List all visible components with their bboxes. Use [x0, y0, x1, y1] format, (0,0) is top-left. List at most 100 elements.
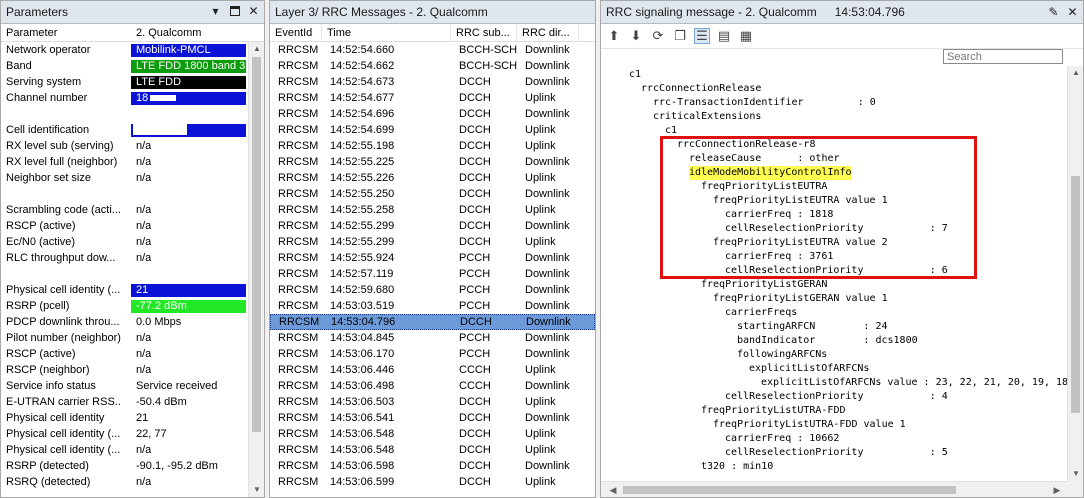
message-row[interactable]: RRCSM 14:52:54.673 DCCH Downlink: [270, 74, 595, 90]
message-row[interactable]: RRCSM 14:53:06.498 CCCH Downlink: [270, 378, 595, 394]
message-row[interactable]: RRCSM 14:53:06.599 DCCH Uplink: [270, 474, 595, 490]
message-row[interactable]: RRCSM 14:52:54.696 DCCH Downlink: [270, 106, 595, 122]
parameter-row[interactable]: Physical cell identity (... n/a: [1, 442, 264, 458]
signaling-horizontal-scrollbar[interactable]: ◀ ▶: [601, 481, 1069, 497]
rrc-dir-cell: Downlink: [525, 76, 570, 88]
parameter-row[interactable]: RSCP (active) n/a: [1, 218, 264, 234]
parameter-row[interactable]: Band LTE FDD 1800 band 3: [1, 58, 264, 74]
rrc-dir-cell: Downlink: [525, 412, 570, 424]
parameter-row[interactable]: Physical cell identity (... 22, 77: [1, 426, 264, 442]
scrollbar-thumb[interactable]: [1071, 176, 1080, 413]
decoded-message-view[interactable]: c1 rrcConnectionRelease rrc-TransactionIde…: [601, 66, 1069, 484]
parameter-row[interactable]: RSRP (pcell) -77.2 dBm: [1, 298, 264, 314]
scroll-right-icon[interactable]: ▶: [1049, 482, 1065, 497]
parameter-row[interactable]: RSCP (active) n/a: [1, 346, 264, 362]
maximize-icon[interactable]: [228, 4, 241, 18]
parameter-row[interactable]: PDCP downlink throu... 0.0 Mbps: [1, 314, 264, 330]
message-row[interactable]: RRCSM 14:52:57.119 PCCH Downlink: [270, 266, 595, 282]
parameter-row[interactable]: Scrambling code (acti... n/a: [1, 202, 264, 218]
parameter-value-text: -90.1, -95.2 dBm: [136, 459, 218, 472]
decoded-line: cellReselectionPriority : 7: [725, 223, 948, 234]
signaling-vertical-scrollbar[interactable]: ▲ ▼: [1067, 66, 1083, 497]
arrow-down-icon[interactable]: ⬇: [628, 28, 644, 44]
message-row[interactable]: RRCSM 14:53:03.519 PCCH Downlink: [270, 298, 595, 314]
parameter-row[interactable]: Pilot number (neighbor) n/a: [1, 330, 264, 346]
parameter-row[interactable]: [1, 186, 264, 202]
message-row[interactable]: RRCSM 14:52:54.699 DCCH Uplink: [270, 122, 595, 138]
rrc-sub-cell: PCCH: [459, 332, 491, 344]
pin-icon[interactable]: ✎: [1047, 5, 1060, 19]
parameter-row[interactable]: Serving system LTE FDD: [1, 74, 264, 90]
list-view-icon[interactable]: ▤: [716, 28, 732, 44]
message-row[interactable]: RRCSM 14:53:04.845 PCCH Downlink: [270, 330, 595, 346]
message-row[interactable]: RRCSM 14:52:55.258 DCCH Uplink: [270, 202, 595, 218]
message-row[interactable]: RRCSM 14:52:55.924 PCCH Downlink: [270, 250, 595, 266]
message-row[interactable]: RRCSM 14:52:55.250 DCCH Downlink: [270, 186, 595, 202]
scrollbar-thumb[interactable]: [252, 57, 261, 432]
event-id-cell: RRCSM: [278, 284, 319, 296]
message-row[interactable]: RRCSM 14:53:06.548 DCCH Uplink: [270, 426, 595, 442]
parameter-value: LTE FDD 1800 band 3: [131, 59, 246, 73]
message-row[interactable]: RRCSM 14:52:54.677 DCCH Uplink: [270, 90, 595, 106]
value-column-header[interactable]: 2. Qualcomm: [136, 27, 201, 39]
message-row[interactable]: RRCSM 14:52:55.226 DCCH Uplink: [270, 170, 595, 186]
parameter-row[interactable]: E-UTRAN carrier RSS... -50.4 dBm: [1, 394, 264, 410]
parameter-row[interactable]: Service info status Service received: [1, 378, 264, 394]
scroll-down-icon[interactable]: ▼: [1068, 467, 1083, 481]
close-icon[interactable]: ✕: [1066, 5, 1079, 19]
search-input[interactable]: [943, 49, 1063, 64]
parameter-row[interactable]: Channel number 18: [1, 90, 264, 106]
parameter-row[interactable]: Network operator Mobilink-PMCL: [1, 42, 264, 58]
copy-icon[interactable]: ❐: [672, 28, 688, 44]
parameter-row[interactable]: Neighbor set size n/a: [1, 170, 264, 186]
rrc-sub-cell: DCCH: [459, 188, 491, 200]
parameter-row[interactable]: [1, 266, 264, 282]
parameter-row[interactable]: RX level sub (serving) n/a: [1, 138, 264, 154]
parameter-row[interactable]: RSCP (neighbor) n/a: [1, 362, 264, 378]
message-row[interactable]: RRCSM 14:52:55.198 DCCH Uplink: [270, 138, 595, 154]
column-header-rrc-dir[interactable]: RRC dir...: [517, 24, 579, 42]
parameter-row[interactable]: RSRP (detected) -90.1, -95.2 dBm: [1, 458, 264, 474]
rrc-sub-cell: DCCH: [459, 220, 491, 232]
message-row[interactable]: RRCSM 14:52:55.299 DCCH Downlink: [270, 218, 595, 234]
message-row[interactable]: RRCSM 14:53:06.170 PCCH Downlink: [270, 346, 595, 362]
arrow-up-icon[interactable]: ⬆: [606, 28, 622, 44]
message-row[interactable]: RRCSM 14:52:55.299 DCCH Uplink: [270, 234, 595, 250]
message-row[interactable]: RRCSM 14:52:54.660 BCCH-SCH Downlink: [270, 42, 595, 58]
parameter-row[interactable]: RLC throughput dow... n/a: [1, 250, 264, 266]
rrc-dir-cell: Uplink: [525, 476, 556, 488]
message-row[interactable]: RRCSM 14:53:06.598 DCCH Downlink: [270, 458, 595, 474]
close-icon[interactable]: ✕: [247, 4, 260, 18]
message-row[interactable]: RRCSM 14:52:54.662 BCCH-SCH Downlink: [270, 58, 595, 74]
parameter-row[interactable]: RX level full (neighbor) n/a: [1, 154, 264, 170]
parameter-row[interactable]: Physical cell identity (... 21: [1, 282, 264, 298]
column-header-eventid[interactable]: EventId: [270, 24, 322, 42]
message-row[interactable]: RRCSM 14:53:04.796 DCCH Downlink: [270, 314, 595, 330]
message-row[interactable]: RRCSM 14:52:59.680 PCCH Downlink: [270, 282, 595, 298]
message-row[interactable]: RRCSM 14:53:06.548 DCCH Uplink: [270, 442, 595, 458]
grid-view-icon[interactable]: ▦: [738, 28, 754, 44]
parameter-row[interactable]: RSRQ (detected) n/a: [1, 474, 264, 490]
parameter-row[interactable]: Cell identification: [1, 122, 264, 138]
parameter-column-header[interactable]: Parameter: [1, 27, 121, 39]
parameter-value: n/a: [131, 156, 246, 169]
scrollbar-thumb[interactable]: [623, 486, 956, 494]
scroll-up-icon[interactable]: ▲: [249, 42, 264, 56]
message-row[interactable]: RRCSM 14:53:06.503 DCCH Uplink: [270, 394, 595, 410]
scroll-left-icon[interactable]: ◀: [605, 482, 621, 497]
scroll-down-icon[interactable]: ▼: [249, 483, 264, 497]
refresh-icon[interactable]: ⟳: [650, 28, 666, 44]
parameter-row[interactable]: Physical cell identity 21: [1, 410, 264, 426]
message-row[interactable]: RRCSM 14:52:55.225 DCCH Downlink: [270, 154, 595, 170]
parameter-row[interactable]: Ec/N0 (active) n/a: [1, 234, 264, 250]
column-header-rrc-sub[interactable]: RRC sub...: [451, 24, 517, 42]
time-cell: 14:53:06.598: [330, 460, 395, 472]
parameter-row[interactable]: [1, 106, 264, 122]
dropdown-icon[interactable]: ▾: [209, 4, 222, 18]
scroll-up-icon[interactable]: ▲: [1068, 66, 1083, 80]
message-row[interactable]: RRCSM 14:53:06.541 DCCH Downlink: [270, 410, 595, 426]
parameters-scrollbar[interactable]: ▲ ▼: [248, 42, 264, 497]
column-header-time[interactable]: Time: [322, 24, 451, 42]
text-view-icon[interactable]: ☰: [694, 28, 710, 44]
message-row[interactable]: RRCSM 14:53:06.446 CCCH Uplink: [270, 362, 595, 378]
